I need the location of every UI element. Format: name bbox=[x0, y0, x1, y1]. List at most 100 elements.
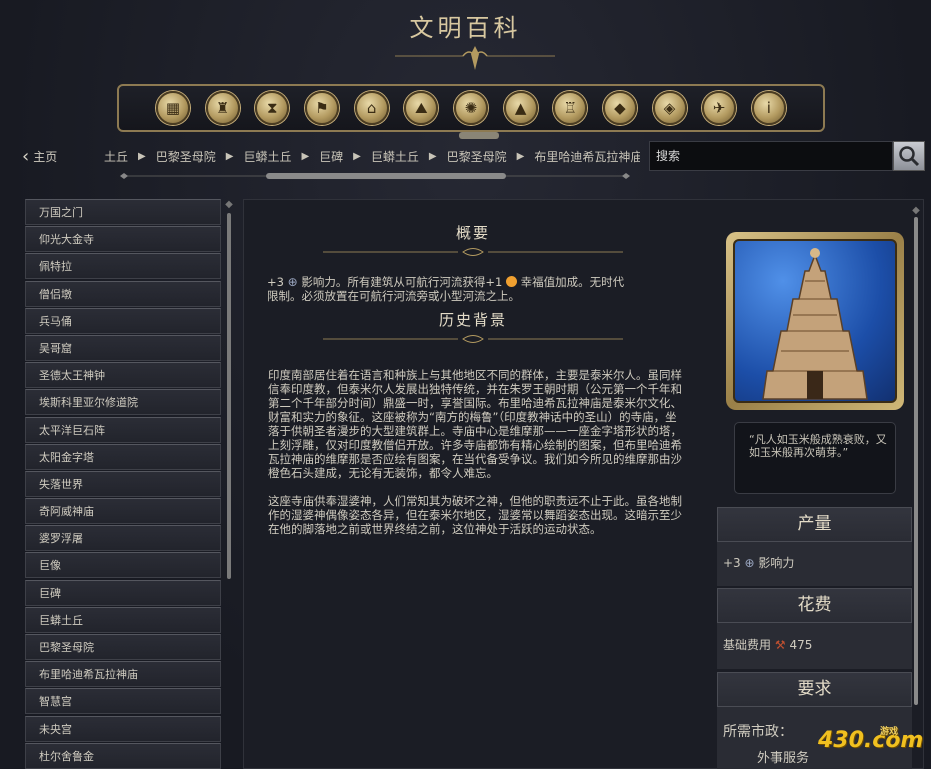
details-scrollbar[interactable]: ◆ bbox=[911, 205, 921, 705]
trophy-icon: ♜ bbox=[215, 99, 230, 117]
sidebar-item[interactable]: 婆罗浮屠 bbox=[25, 525, 221, 552]
overview-line-1: 影响力。所有建筑从可航行河流获得+1 bbox=[301, 275, 503, 289]
page-title: 文明百科 bbox=[409, 14, 522, 42]
toolbar-unit-button[interactable]: ✺ bbox=[453, 91, 488, 125]
sidebar-item[interactable]: 杜尔舍鲁金 bbox=[25, 742, 221, 769]
sidebar-item[interactable]: 巨蟒土丘 bbox=[25, 606, 221, 633]
sidebar-item[interactable]: 巨像 bbox=[25, 552, 221, 579]
output-value: +3 bbox=[723, 556, 741, 570]
influence-icon: ⊕ bbox=[744, 556, 755, 570]
city-icon: ♖ bbox=[563, 99, 577, 117]
sidebar-item[interactable]: 失落世界 bbox=[25, 470, 221, 497]
section-divider bbox=[323, 248, 623, 256]
toolbar-terrain-button[interactable]: ⛰ bbox=[404, 91, 439, 125]
sidebar-item[interactable]: 布里哈迪希瓦拉神庙 bbox=[25, 661, 221, 688]
amenity-icon bbox=[505, 276, 517, 287]
breadcrumb-separator-icon: ▶ bbox=[138, 150, 146, 162]
sidebar-item[interactable]: 太阳金字塔 bbox=[25, 443, 221, 470]
overview-line-1b: 幸福值加成。无时代 bbox=[520, 275, 625, 289]
breadcrumb-item[interactable]: 巨蟒土丘 bbox=[104, 148, 128, 165]
sidebar-item[interactable]: 佩特拉 bbox=[25, 253, 221, 280]
wonder-portrait bbox=[726, 232, 904, 410]
cost-body: 基础费用 ⚒ 475 bbox=[717, 623, 912, 669]
history-paragraph: 这座寺庙供奉湿婆神，人们常知其为破坏之神，但他的职责远不止于此。虽各地制作的湿婆… bbox=[268, 494, 682, 536]
temple-image bbox=[733, 239, 897, 403]
wonder-quote: “凡人如玉米般成熟衰败，又如玉米般再次萌芽。” bbox=[734, 422, 896, 494]
production-icon: ⚒ bbox=[774, 638, 786, 652]
toolbar-hourglass-button[interactable]: ⧗ bbox=[255, 91, 290, 125]
toolbar-mountain-button[interactable]: ▲ bbox=[503, 91, 538, 125]
history-paragraph: 印度南部居住着在语言和种族上与其他地区不同的群体，主要是泰米尔人。虽同样信奉印度… bbox=[268, 368, 682, 480]
scroll-up-icon: ◆ bbox=[225, 199, 233, 210]
breadcrumb-separator-icon: ▶ bbox=[225, 150, 234, 162]
breadcrumb-item[interactable]: 巨蟒土丘 bbox=[243, 148, 291, 165]
mountain-icon: ▲ bbox=[514, 99, 527, 117]
history-title: 历史背景 bbox=[438, 311, 507, 329]
breadcrumb-separator-icon: ▶ bbox=[353, 150, 361, 162]
sidebar-item[interactable]: 巨碑 bbox=[25, 579, 221, 606]
scrollbar-thumb[interactable] bbox=[914, 217, 918, 705]
breadcrumb-item[interactable]: 巨蟒土丘 bbox=[371, 148, 419, 165]
requirements-header: 要求 bbox=[717, 672, 912, 707]
home-button[interactable]: ‹ 主页 bbox=[22, 146, 57, 167]
overview-text: +3 ⊕ 影响力。所有建筑从可航行河流获得+1 幸福值加成。无时代 限制。必须放… bbox=[263, 275, 683, 303]
influence-value: +3 bbox=[267, 275, 284, 289]
article-content: 概要 +3 ⊕ 影响力。所有建筑从可航行河流获得+1 幸福值加成。无时代 限制。… bbox=[263, 210, 683, 769]
title-ornament bbox=[395, 46, 555, 70]
sidebar-item[interactable]: 巴黎圣母院 bbox=[25, 634, 221, 660]
search-icon bbox=[899, 146, 920, 167]
cost-label: 基础费用 bbox=[723, 638, 772, 652]
info-icon: i bbox=[766, 99, 771, 117]
diamond-icon: ◆ bbox=[614, 99, 626, 117]
toolbar-flag-button[interactable]: ⚑ bbox=[304, 91, 339, 125]
watermark-text: 430.com bbox=[818, 728, 924, 753]
toolbar-government-button[interactable]: ⌂ bbox=[354, 91, 389, 125]
breadcrumb-separator-icon: ▶ bbox=[516, 150, 525, 162]
sidebar-item[interactable]: 埃斯科里亚尔修道院 bbox=[25, 389, 221, 416]
sidebar-item[interactable]: 僧侣墩 bbox=[25, 280, 221, 307]
search-button[interactable] bbox=[893, 141, 925, 171]
breadcrumb-separator-icon: ▶ bbox=[301, 150, 310, 162]
watermark-small-text: 游戏 bbox=[880, 727, 899, 737]
toolbar-trophy-button[interactable]: ♜ bbox=[205, 91, 240, 125]
unit-icon: ✺ bbox=[464, 99, 478, 117]
breadcrumb-scrollbar[interactable] bbox=[120, 172, 630, 180]
breadcrumb-item[interactable]: 巨碑 bbox=[319, 148, 343, 165]
sidebar-item[interactable]: 仰光大金寺 bbox=[25, 226, 221, 253]
toolbar-handle[interactable] bbox=[459, 132, 499, 139]
home-label: 主页 bbox=[33, 150, 58, 164]
toolbar-wonder-button[interactable]: ◈ bbox=[652, 91, 687, 125]
toolbar-resource-button[interactable]: ▦ bbox=[156, 91, 190, 125]
breadcrumb-item[interactable]: 巴黎圣母院 bbox=[156, 148, 216, 165]
sidebar-item[interactable]: 吴哥窟 bbox=[25, 334, 221, 361]
influence-icon: ⊕ bbox=[287, 275, 298, 289]
scrollbar-thumb[interactable] bbox=[227, 213, 231, 579]
government-icon: ⌂ bbox=[366, 99, 377, 117]
sidebar-item[interactable]: 兵马俑 bbox=[25, 307, 221, 334]
terrain-icon: ⛰ bbox=[414, 99, 428, 117]
sidebar-item[interactable]: 未央宫 bbox=[25, 715, 221, 742]
toolbar-info-button[interactable]: i bbox=[751, 91, 786, 125]
sidebar-item[interactable]: 万国之门 bbox=[25, 199, 221, 225]
toolbar-city-button[interactable]: ♖ bbox=[553, 91, 588, 125]
dove-icon: ✈ bbox=[712, 99, 726, 117]
sidebar-scrollbar[interactable]: ◆ bbox=[224, 199, 234, 579]
breadcrumb-separator-icon: ▶ bbox=[428, 150, 437, 162]
search-input[interactable] bbox=[649, 141, 893, 171]
sidebar-item[interactable]: 太平洋巨石阵 bbox=[25, 416, 221, 443]
sidebar-item[interactable]: 智慧宫 bbox=[25, 688, 221, 715]
overview-title: 概要 bbox=[455, 224, 490, 242]
toolbar-diamond-button[interactable]: ◆ bbox=[602, 91, 637, 125]
temple-icon bbox=[762, 248, 868, 400]
breadcrumb-item[interactable]: 巴黎圣母院 bbox=[447, 148, 507, 165]
flag-icon: ⚑ bbox=[315, 99, 329, 117]
cost-value: 475 bbox=[789, 638, 813, 652]
wonder-list: 万国之门 仰光大金寺 佩特拉 僧侣墩 兵马俑 吴哥窟 圣德太王神钟 埃斯科里亚尔修道院 太平洋巨… bbox=[25, 199, 221, 769]
sidebar-item[interactable]: 奇阿威神庙 bbox=[25, 498, 221, 525]
toolbar-dove-button[interactable]: ✈ bbox=[702, 91, 737, 125]
sidebar-item[interactable]: 圣德太王神钟 bbox=[25, 362, 221, 389]
scroll-up-icon: ◆ bbox=[912, 205, 920, 216]
breadcrumb-item[interactable]: 布里哈迪希瓦拉神庙 bbox=[534, 148, 640, 165]
overview-line-2: 限制。必须放置在可航行河流旁或小型河流之上。 bbox=[267, 289, 520, 303]
section-divider bbox=[323, 335, 623, 343]
